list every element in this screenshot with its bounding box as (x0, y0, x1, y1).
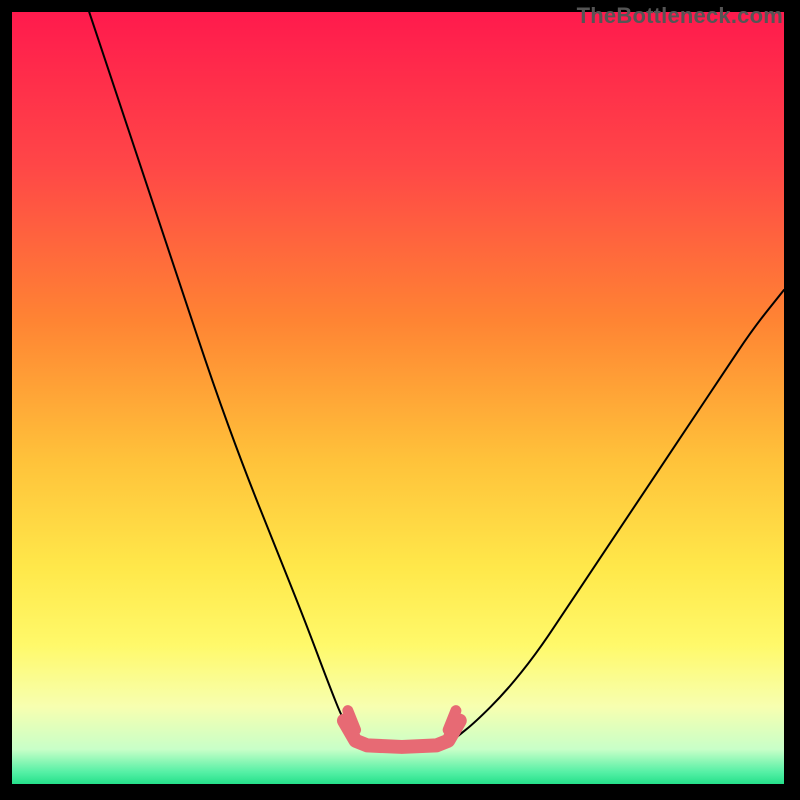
bottleneck-chart (12, 12, 784, 784)
chart-frame (12, 12, 784, 784)
watermark-text: TheBottleneck.com (577, 3, 783, 29)
